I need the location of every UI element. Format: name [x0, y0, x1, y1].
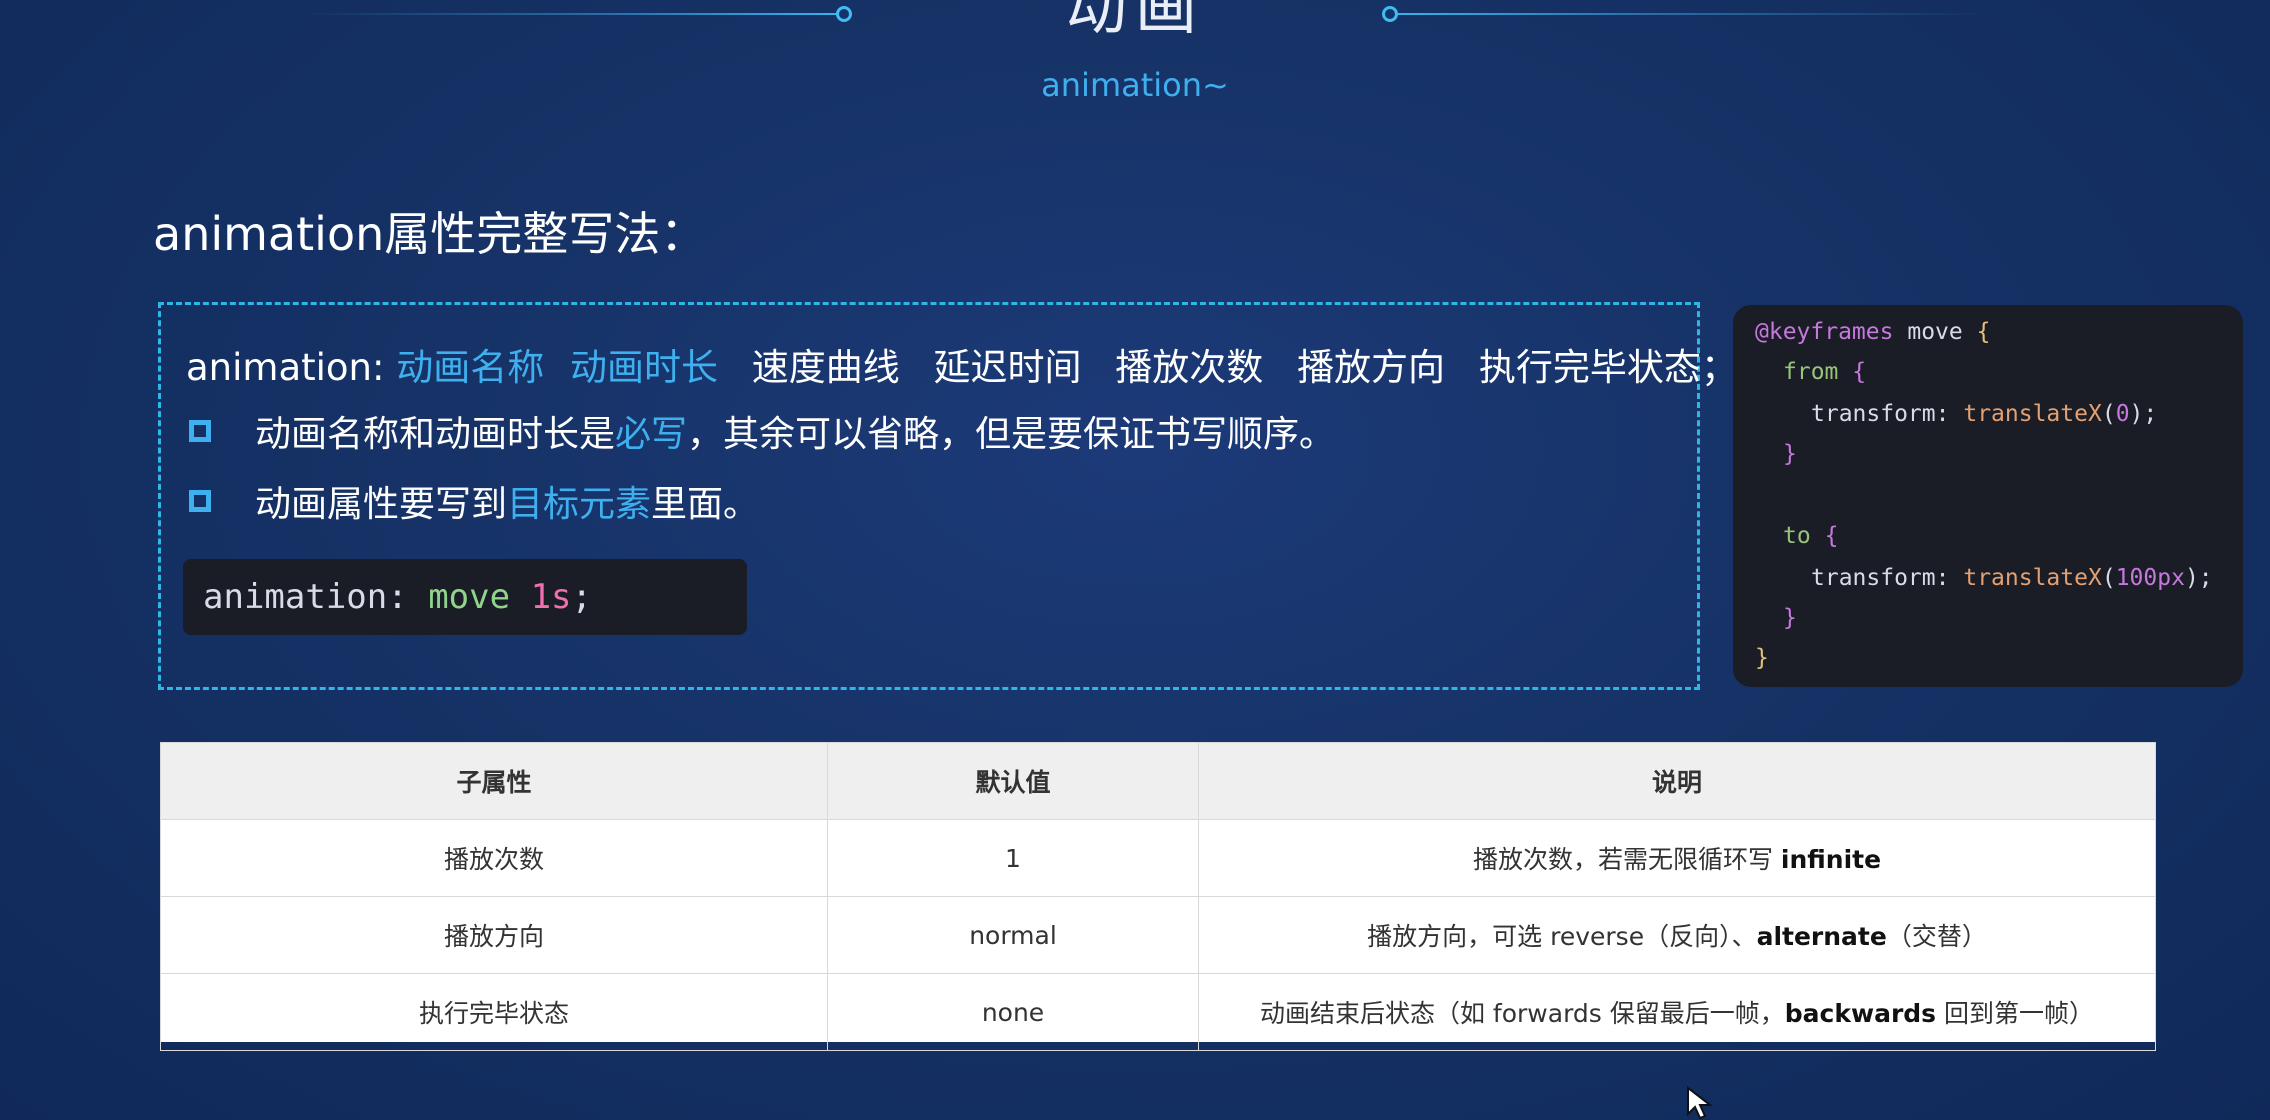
slide-title: 动画: [1064, 0, 1205, 43]
cell-property: 执行完毕状态: [160, 973, 828, 1051]
bullet-text-pre: 动画名称和动画时长是: [255, 414, 616, 455]
code-property: animation:: [203, 577, 408, 617]
syntax-delay: 延迟时间: [933, 346, 1082, 389]
cell-description: 播放方向，可选 reverse（反向）、alternate（交替）: [1198, 896, 2156, 974]
code-at-rule: @keyframes: [1755, 319, 1894, 345]
code-duration: 1s: [530, 577, 572, 617]
bullet-item: 动画属性要写到 目标元素 里面。: [189, 475, 759, 527]
section-heading: animation属性完整写法：: [153, 207, 707, 261]
example-code-block: animation: move 1s;: [183, 559, 747, 635]
desc-keyword: alternate: [1756, 922, 1887, 951]
code-animation-name: move: [428, 577, 511, 617]
table-row: 执行完毕状态 none 动画结束后状态（如 forwards 保留最后一帧，ba…: [160, 973, 2156, 1051]
table-header-row: 子属性 默认值 说明: [160, 742, 2156, 820]
square-bullet-icon: [189, 490, 211, 512]
code-semicolon: ;: [571, 577, 592, 617]
desc-text: （交替）: [1886, 922, 1987, 951]
code-line: @keyframes move {: [1755, 319, 1990, 345]
code-line: from {: [1783, 359, 1866, 385]
desc-text: 动画结束后状态（如 forwards 保留最后一帧，: [1259, 999, 1785, 1028]
syntax-timing: 速度曲线: [751, 346, 900, 389]
code-line: }: [1783, 605, 1797, 631]
slide-header: 动画 animation~: [0, 0, 2270, 130]
code-function: translateX: [1963, 565, 2102, 591]
code-keyframes-name: move: [1907, 319, 1963, 345]
cell-property: 播放方向: [160, 896, 828, 974]
mouse-cursor-icon: [1687, 1086, 1713, 1120]
syntax-box: animation: 动画名称 动画时长 速度曲线 延迟时间 播放次数 播放方向…: [158, 302, 1738, 690]
bullet-text-post: ，其余可以省略，但是要保证书写顺序。: [687, 414, 1336, 455]
cell-property: 播放次数: [160, 819, 828, 897]
desc-text: 回到第一帧）: [1936, 999, 2095, 1028]
code-line: transform: translateX(0);: [1811, 401, 2158, 427]
bullet-text-accent: 必写: [615, 414, 688, 455]
column-header-description: 说明: [1198, 742, 2156, 820]
cell-default: 1: [827, 819, 1199, 897]
bullet-text-pre: 动画属性要写到: [255, 484, 508, 525]
code-brace: {: [1976, 319, 1991, 345]
code-brace: }: [1755, 645, 1769, 671]
keyframes-code-panel: @keyframes move { from { transform: tran…: [1733, 305, 2243, 687]
code-brace: {: [1824, 523, 1839, 549]
desc-keyword: infinite: [1780, 845, 1882, 874]
code-line: transform: translateX(100px);: [1811, 565, 2213, 591]
code-transform-prop: transform:: [1811, 565, 1950, 591]
square-bullet-icon: [189, 420, 211, 442]
syntax-required-name: 动画名称: [396, 346, 545, 389]
syntax-line: animation: 动画名称 动画时长 速度曲线 延迟时间 播放次数 播放方向…: [186, 337, 1738, 391]
code-brace: }: [1783, 605, 1797, 631]
syntax-prefix: animation:: [186, 346, 385, 389]
code-line: }: [1755, 645, 1769, 671]
code-from: from: [1783, 359, 1839, 385]
cell-default: normal: [827, 896, 1199, 974]
bullet-item: 动画名称和动画时长是 必写 ，其余可以省略，但是要保证书写顺序。: [189, 405, 1335, 457]
code-to-value: 100px: [2115, 565, 2185, 591]
syntax-direction: 播放方向: [1297, 346, 1446, 389]
slide-subtitle: animation~: [1041, 66, 1229, 104]
code-brace: }: [1783, 441, 1797, 467]
code-line: }: [1783, 441, 1797, 467]
desc-keyword: backwards: [1784, 999, 1937, 1028]
cell-description: 播放次数，若需无限循环写 infinite: [1198, 819, 2156, 897]
table-row: 播放方向 normal 播放方向，可选 reverse（反向）、alternat…: [160, 896, 2156, 974]
cell-description: 动画结束后状态（如 forwards 保留最后一帧，backwards 回到第一…: [1198, 973, 2156, 1051]
code-from-value: 0: [2115, 401, 2130, 427]
code-function: translateX: [1963, 401, 2102, 427]
code-transform-prop: transform:: [1811, 401, 1950, 427]
desc-text: 播放次数，若需无限循环写: [1472, 845, 1781, 874]
bullet-text-post: 里面。: [651, 484, 760, 525]
properties-table: 子属性 默认值 说明 播放次数 1 播放次数，若需无限循环写 infinite …: [160, 742, 2156, 1051]
column-header-default: 默认值: [827, 742, 1199, 820]
column-header-property: 子属性: [160, 742, 828, 820]
table-row: 播放次数 1 播放次数，若需无限循环写 infinite: [160, 819, 2156, 897]
cell-default: none: [827, 973, 1199, 1051]
code-to: to: [1783, 523, 1811, 549]
desc-text: 播放方向，可选 reverse（反向）、: [1367, 922, 1757, 951]
syntax-iteration: 播放次数: [1115, 346, 1264, 389]
syntax-required-duration: 动画时长: [570, 346, 718, 389]
syntax-fill-mode: 执行完毕状态；: [1478, 346, 1738, 389]
code-brace: {: [1852, 359, 1867, 385]
bullet-text-accent: 目标元素: [507, 484, 652, 525]
code-line: to {: [1783, 523, 1838, 549]
